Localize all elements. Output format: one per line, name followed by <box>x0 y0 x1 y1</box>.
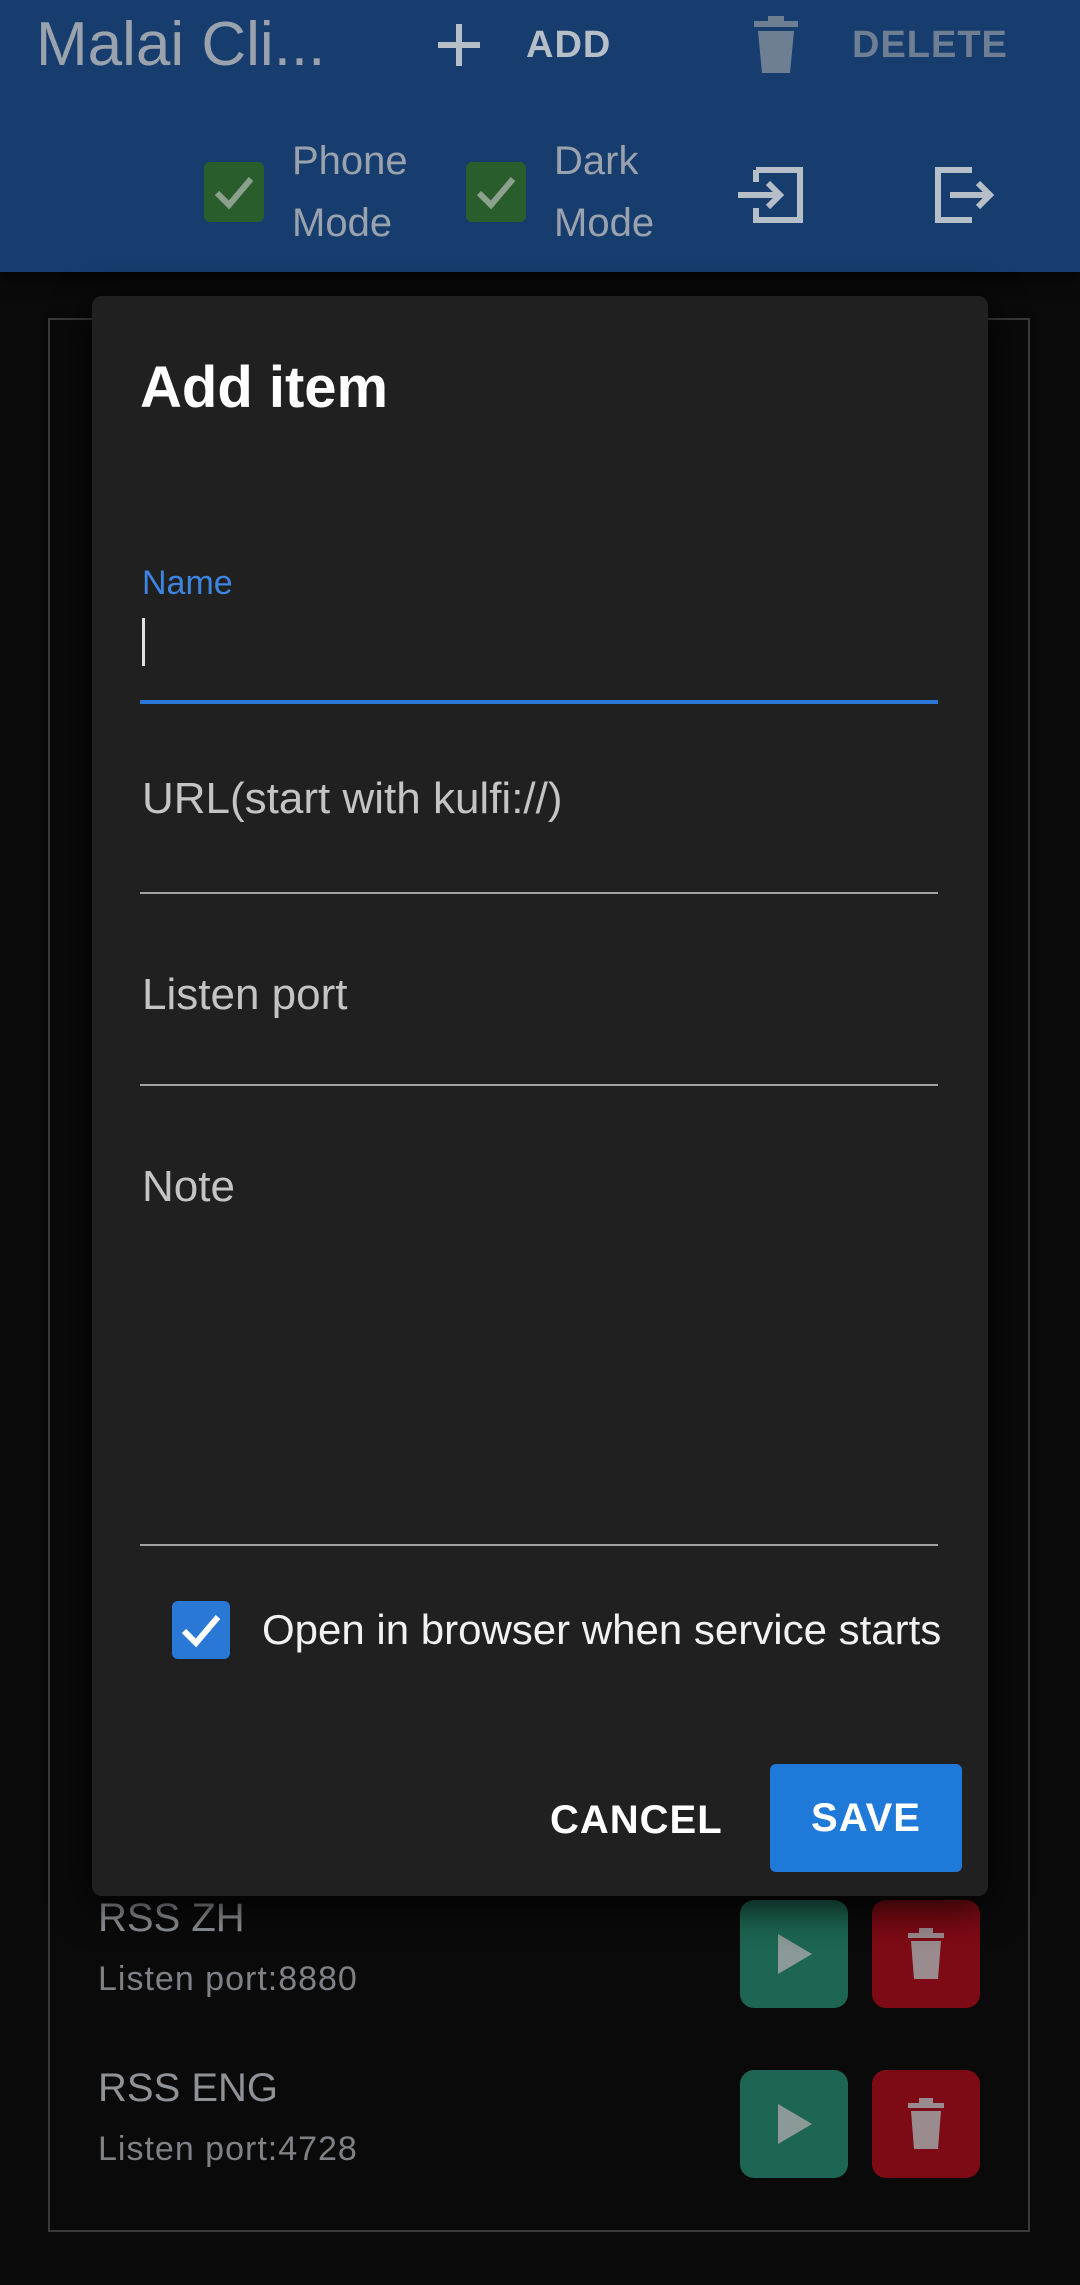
trash-icon <box>754 16 798 73</box>
dark-mode-checkbox[interactable] <box>466 162 526 222</box>
name-field[interactable]: Name <box>140 564 938 704</box>
note-placeholder: Note <box>142 1162 235 1211</box>
add-item-dialog: Add item Name URL(start with kulfi://) L… <box>92 296 988 1896</box>
listen-port-field[interactable]: Listen port <box>140 956 938 1086</box>
add-button-label: ADD <box>526 23 612 66</box>
trash-icon <box>908 2098 944 2149</box>
save-button[interactable]: SAVE <box>770 1764 962 1872</box>
export-icon[interactable] <box>934 166 994 224</box>
open-browser-label: Open in browser when service starts <box>262 1606 942 1653</box>
check-icon <box>476 177 516 210</box>
note-field-underline <box>140 1544 938 1546</box>
text-cursor <box>142 618 145 666</box>
phone-mode-label: Phone Mode <box>292 139 408 245</box>
cancel-button[interactable]: CANCEL <box>550 1766 723 1874</box>
phone-mode-checkbox[interactable] <box>204 162 264 222</box>
list-item-port: Listen port:8880 <box>98 1960 358 1998</box>
note-field[interactable]: Note <box>140 1148 938 1546</box>
list-item: RSS ZH Listen port:8880 <box>98 1896 982 2016</box>
play-icon <box>778 2104 812 2144</box>
app-title: Malai Cli... <box>36 10 326 79</box>
url-field[interactable]: URL(start with kulfi://) <box>140 766 938 894</box>
dialog-title: Add item <box>140 355 389 420</box>
check-icon <box>181 1615 221 1648</box>
app-bar: Malai Cli... ADD DELETE Phone Mode Dark … <box>0 0 1080 272</box>
list-item: RSS ENG Listen port:4728 <box>98 2066 982 2186</box>
delete-button[interactable]: DELETE <box>748 10 1008 80</box>
play-icon <box>778 1934 812 1974</box>
trash-icon <box>908 1928 944 1979</box>
list-item-port: Listen port:4728 <box>98 2130 358 2168</box>
name-field-underline <box>140 700 938 704</box>
play-button[interactable] <box>740 1900 848 2008</box>
list-item-name: RSS ENG <box>98 2066 279 2110</box>
play-button[interactable] <box>740 2070 848 2178</box>
listen-port-underline <box>140 1084 938 1086</box>
listen-port-placeholder: Listen port <box>142 970 348 1019</box>
check-icon <box>214 177 254 210</box>
url-field-underline <box>140 892 938 894</box>
add-button[interactable]: ADD <box>436 10 611 80</box>
delete-button-label: DELETE <box>852 23 1008 66</box>
dark-mode-label: Dark Mode <box>554 139 655 245</box>
import-icon[interactable] <box>736 166 806 224</box>
url-field-placeholder: URL(start with kulfi://) <box>142 774 563 823</box>
delete-item-button[interactable] <box>872 2070 980 2178</box>
dark-mode-toggle[interactable]: Dark Mode <box>466 130 674 254</box>
phone-mode-toggle[interactable]: Phone Mode <box>204 130 422 254</box>
plus-icon <box>438 24 480 66</box>
open-browser-option[interactable]: Open in browser when service starts <box>172 1601 941 1659</box>
delete-item-button[interactable] <box>872 1900 980 2008</box>
open-browser-checkbox[interactable] <box>172 1601 230 1659</box>
list-item-name: RSS ZH <box>98 1896 245 1940</box>
name-field-label: Name <box>142 564 233 602</box>
